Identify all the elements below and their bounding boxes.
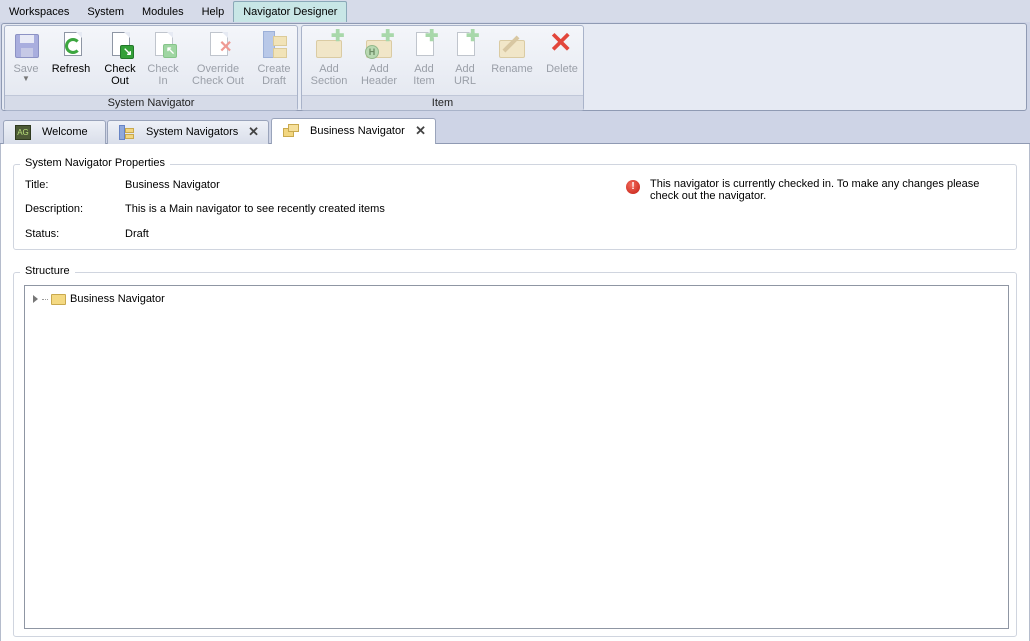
dropdown-arrow-icon: ▼ [22, 74, 30, 83]
add-item-button[interactable]: ✚ Add Item [406, 29, 442, 88]
delete-button[interactable]: ✕ Delete [542, 27, 582, 76]
add-url-icon: ✚ [450, 29, 480, 60]
expand-arrow-icon[interactable] [33, 295, 38, 303]
menu-workspaces[interactable]: Workspaces [0, 1, 78, 23]
structure-tree[interactable]: Business Navigator [24, 285, 1009, 629]
menu-modules[interactable]: Modules [133, 1, 193, 23]
add-header-icon: H ✚ [364, 29, 394, 60]
navigator-icon [119, 125, 135, 140]
app-logo-icon: AG [15, 125, 31, 140]
title-label: Title: [25, 179, 49, 191]
delete-x-icon: ✕ [549, 27, 573, 58]
add-section-icon: ✚ [314, 29, 344, 60]
group-label-system-navigator: System Navigator [5, 95, 297, 110]
override-check-out-icon: ✕ [203, 30, 233, 60]
create-draft-icon [259, 30, 289, 60]
tree-node-root[interactable]: Business Navigator [33, 292, 165, 306]
main-content: System Navigator Properties Title: Busin… [0, 144, 1030, 641]
group-system-navigator: Save ▼ Refresh ↘ Check Out ↖ Check In ✕ … [4, 25, 298, 111]
override-check-out-button[interactable]: ✕ Override Check Out [189, 30, 247, 87]
floppy-disk-icon [11, 30, 41, 60]
tab-system-navigators[interactable]: System Navigators ✕ [107, 120, 269, 144]
error-icon: ! [626, 180, 640, 194]
description-label: Description: [25, 203, 84, 215]
ribbon: Save ▼ Refresh ↘ Check Out ↖ Check In ✕ … [0, 22, 1030, 112]
menu-navigator-designer[interactable]: Navigator Designer [233, 1, 348, 23]
create-draft-button[interactable]: Create Draft [253, 30, 295, 87]
refresh-icon [56, 30, 86, 60]
menu-help[interactable]: Help [193, 1, 234, 23]
description-value: This is a Main navigator to see recently… [125, 203, 385, 215]
tab-welcome[interactable]: AG Welcome [3, 120, 106, 144]
tab-business-navigator[interactable]: Business Navigator ✕ [271, 118, 436, 145]
status-value: Draft [125, 228, 149, 240]
check-in-button[interactable]: ↖ Check In [145, 30, 181, 87]
rename-button[interactable]: Rename [488, 30, 536, 75]
check-out-button[interactable]: ↘ Check Out [99, 30, 141, 87]
properties-legend: System Navigator Properties [20, 157, 170, 169]
save-button[interactable]: Save ▼ [9, 30, 43, 83]
checked-in-warning: This navigator is currently checked in. … [650, 178, 980, 202]
title-value: Business Navigator [125, 179, 220, 191]
add-header-button[interactable]: H ✚ Add Header [358, 29, 400, 88]
menu-bar: Workspaces System Modules Help Navigator… [0, 0, 1030, 23]
group-item: ✚ Add Section H ✚ Add Header ✚ Add Item [301, 25, 584, 111]
document-tab-strip: AG Welcome System Navigators ✕ Business … [0, 112, 1030, 145]
add-section-button[interactable]: ✚ Add Section [308, 29, 350, 88]
folders-icon [283, 123, 299, 138]
close-icon[interactable]: ✕ [415, 119, 426, 143]
add-url-button[interactable]: ✚ Add URL [447, 29, 483, 88]
group-label-item: Item [302, 95, 583, 110]
tree-node-label: Business Navigator [70, 293, 165, 305]
check-in-icon: ↖ [148, 30, 178, 60]
close-icon[interactable]: ✕ [248, 121, 259, 143]
check-out-icon: ↘ [105, 30, 135, 60]
menu-system[interactable]: System [78, 1, 133, 23]
folder-icon [51, 293, 66, 305]
properties-panel: System Navigator Properties Title: Busin… [13, 157, 1017, 250]
rename-pencil-icon [497, 30, 527, 60]
add-item-icon: ✚ [409, 29, 439, 60]
status-label: Status: [25, 228, 60, 240]
structure-panel: Structure Business Navigator [13, 265, 1017, 637]
refresh-button[interactable]: Refresh [49, 30, 93, 75]
ribbon-panel: Save ▼ Refresh ↘ Check Out ↖ Check In ✕ … [1, 23, 1027, 111]
structure-legend: Structure [20, 265, 75, 277]
